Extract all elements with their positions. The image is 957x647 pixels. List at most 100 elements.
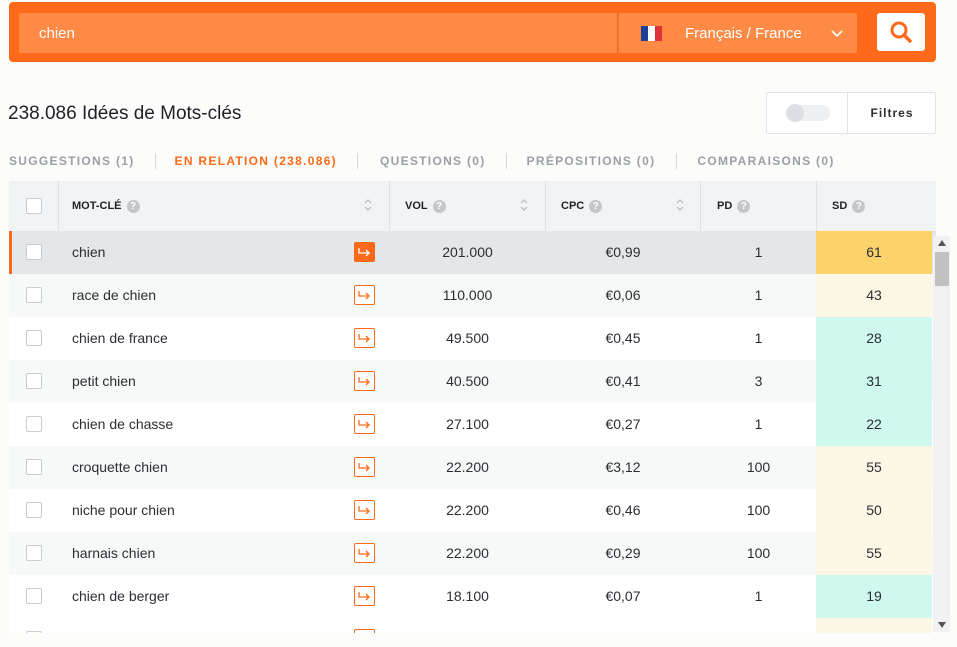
header-pd[interactable]: PD? — [717, 181, 751, 231]
search-input[interactable] — [19, 13, 617, 53]
toggle-knob — [786, 104, 804, 122]
help-icon[interactable]: ? — [852, 199, 866, 213]
sd-cell: 55 — [816, 446, 932, 489]
keyword-cell[interactable]: croquette chien — [72, 446, 168, 489]
row-checkbox[interactable] — [26, 373, 42, 389]
tab-separator — [356, 153, 358, 169]
help-icon[interactable]: ? — [737, 199, 751, 213]
open-keyword-button[interactable] — [354, 629, 375, 633]
pd-cell: 100 — [746, 459, 771, 475]
header-keyword[interactable]: MOT-CLÉ? — [72, 181, 140, 231]
vol-cell: 27.100 — [446, 416, 489, 432]
table-row[interactable]: croquette chien 22.200 €3,12 100 55 — [9, 446, 936, 489]
chevron-down-icon — [831, 30, 843, 38]
row-checkbox[interactable] — [26, 588, 42, 604]
cpc-cell: €0,07 — [605, 588, 641, 604]
open-keyword-button[interactable] — [354, 285, 375, 305]
table-row[interactable] — [9, 618, 936, 633]
header-vol[interactable]: VOL? — [405, 181, 446, 231]
keyword-cell[interactable]: chien de berger — [72, 575, 169, 618]
table-row[interactable]: chien de berger 18.100 €0,07 1 19 — [9, 575, 936, 618]
search-icon — [890, 21, 912, 43]
tab-related[interactable]: EN RELATION (238.086) — [175, 154, 337, 168]
keyword-cell[interactable]: chien de france — [72, 317, 168, 360]
keyword-cell[interactable]: petit chien — [72, 360, 136, 403]
open-keyword-button[interactable] — [354, 457, 375, 477]
keyword-cell[interactable]: niche pour chien — [72, 489, 175, 532]
pd-cell: 1 — [754, 416, 763, 432]
row-checkbox[interactable] — [26, 459, 42, 475]
scroll-thumb[interactable] — [935, 252, 949, 286]
sd-cell: 61 — [816, 231, 932, 274]
sort-icon[interactable] — [675, 198, 685, 212]
search-bar: Français / France — [9, 2, 936, 62]
search-button[interactable] — [877, 13, 925, 51]
scroll-down-button[interactable] — [933, 618, 950, 632]
cpc-cell: €0,99 — [605, 244, 641, 260]
row-checkbox[interactable] — [26, 244, 42, 260]
sort-icon[interactable] — [363, 198, 373, 212]
table-row[interactable]: race de chien 110.000 €0,06 1 43 — [9, 274, 936, 317]
table-row[interactable]: chien 201.000 €0,99 1 61 — [9, 231, 936, 274]
arrow-right-icon — [358, 247, 370, 256]
vol-cell: 110.000 — [442, 287, 493, 303]
sd-cell: 28 — [816, 317, 932, 360]
open-keyword-button[interactable] — [354, 500, 375, 520]
tab-questions[interactable]: QUESTIONS (0) — [380, 154, 486, 168]
sort-icon[interactable] — [519, 198, 529, 212]
table-row[interactable]: harnais chien 22.200 €0,29 100 55 — [9, 532, 936, 575]
table-row[interactable]: chien de chasse 27.100 €0,27 1 22 — [9, 403, 936, 446]
table-scrollbar[interactable] — [933, 236, 950, 632]
open-keyword-button[interactable] — [354, 414, 375, 434]
vol-cell: 40.500 — [446, 373, 489, 389]
keyword-cell[interactable]: chien de chasse — [72, 403, 173, 446]
open-keyword-button[interactable] — [354, 371, 375, 391]
pd-cell: 1 — [754, 330, 763, 346]
header-cpc[interactable]: CPC? — [561, 181, 603, 231]
language-select[interactable]: Français / France — [618, 13, 857, 53]
row-checkbox[interactable] — [26, 502, 42, 518]
pd-cell: 3 — [754, 373, 763, 389]
scroll-up-button[interactable] — [933, 236, 950, 250]
cpc-cell: €0,45 — [605, 330, 641, 346]
arrow-right-icon — [358, 548, 370, 557]
tab-suggestions[interactable]: SUGGESTIONS (1) — [9, 154, 135, 168]
row-checkbox[interactable] — [26, 545, 42, 561]
select-all-checkbox[interactable] — [26, 198, 42, 214]
row-checkbox[interactable] — [26, 631, 42, 633]
table-row[interactable]: chien de france 49.500 €0,45 1 28 — [9, 317, 936, 360]
table-row[interactable]: petit chien 40.500 €0,41 3 31 — [9, 360, 936, 403]
row-checkbox[interactable] — [26, 416, 42, 432]
keyword-cell[interactable]: race de chien — [72, 274, 156, 317]
active-row-indicator — [9, 231, 12, 274]
header-sd[interactable]: SD? — [832, 181, 866, 231]
language-label: Français / France — [685, 25, 802, 42]
row-checkbox[interactable] — [26, 287, 42, 303]
open-keyword-button[interactable] — [354, 543, 375, 563]
header-cpc-label: CPC — [561, 200, 585, 212]
tab-comparisons[interactable]: COMPARAISONS (0) — [697, 154, 834, 168]
sd-cell: 43 — [816, 274, 932, 317]
sd-cell: 22 — [816, 403, 932, 446]
row-checkbox[interactable] — [26, 330, 42, 346]
help-icon[interactable]: ? — [432, 199, 446, 213]
help-icon[interactable]: ? — [589, 199, 603, 213]
table-row[interactable]: niche pour chien 22.200 €0,46 100 50 — [9, 489, 936, 532]
cpc-cell: €0,46 — [605, 502, 641, 518]
open-keyword-button[interactable] — [354, 328, 375, 348]
vol-cell: 22.200 — [446, 502, 489, 518]
cpc-cell: €0,27 — [605, 416, 641, 432]
open-keyword-button[interactable] — [354, 586, 375, 606]
keyword-cell[interactable]: chien — [72, 231, 105, 274]
sd-cell — [816, 618, 932, 633]
triangle-down-icon — [937, 622, 946, 628]
keyword-cell[interactable]: harnais chien — [72, 532, 155, 575]
header-pd-label: PD — [717, 200, 733, 212]
filters-toggle[interactable] — [786, 104, 830, 122]
tab-prepositions[interactable]: PRÉPOSITIONS (0) — [527, 154, 656, 168]
help-icon[interactable]: ? — [126, 199, 140, 213]
sd-cell: 31 — [816, 360, 932, 403]
header-vol-label: VOL — [405, 200, 428, 212]
filters-button[interactable]: Filtres — [848, 93, 936, 133]
open-keyword-button[interactable] — [354, 242, 375, 262]
